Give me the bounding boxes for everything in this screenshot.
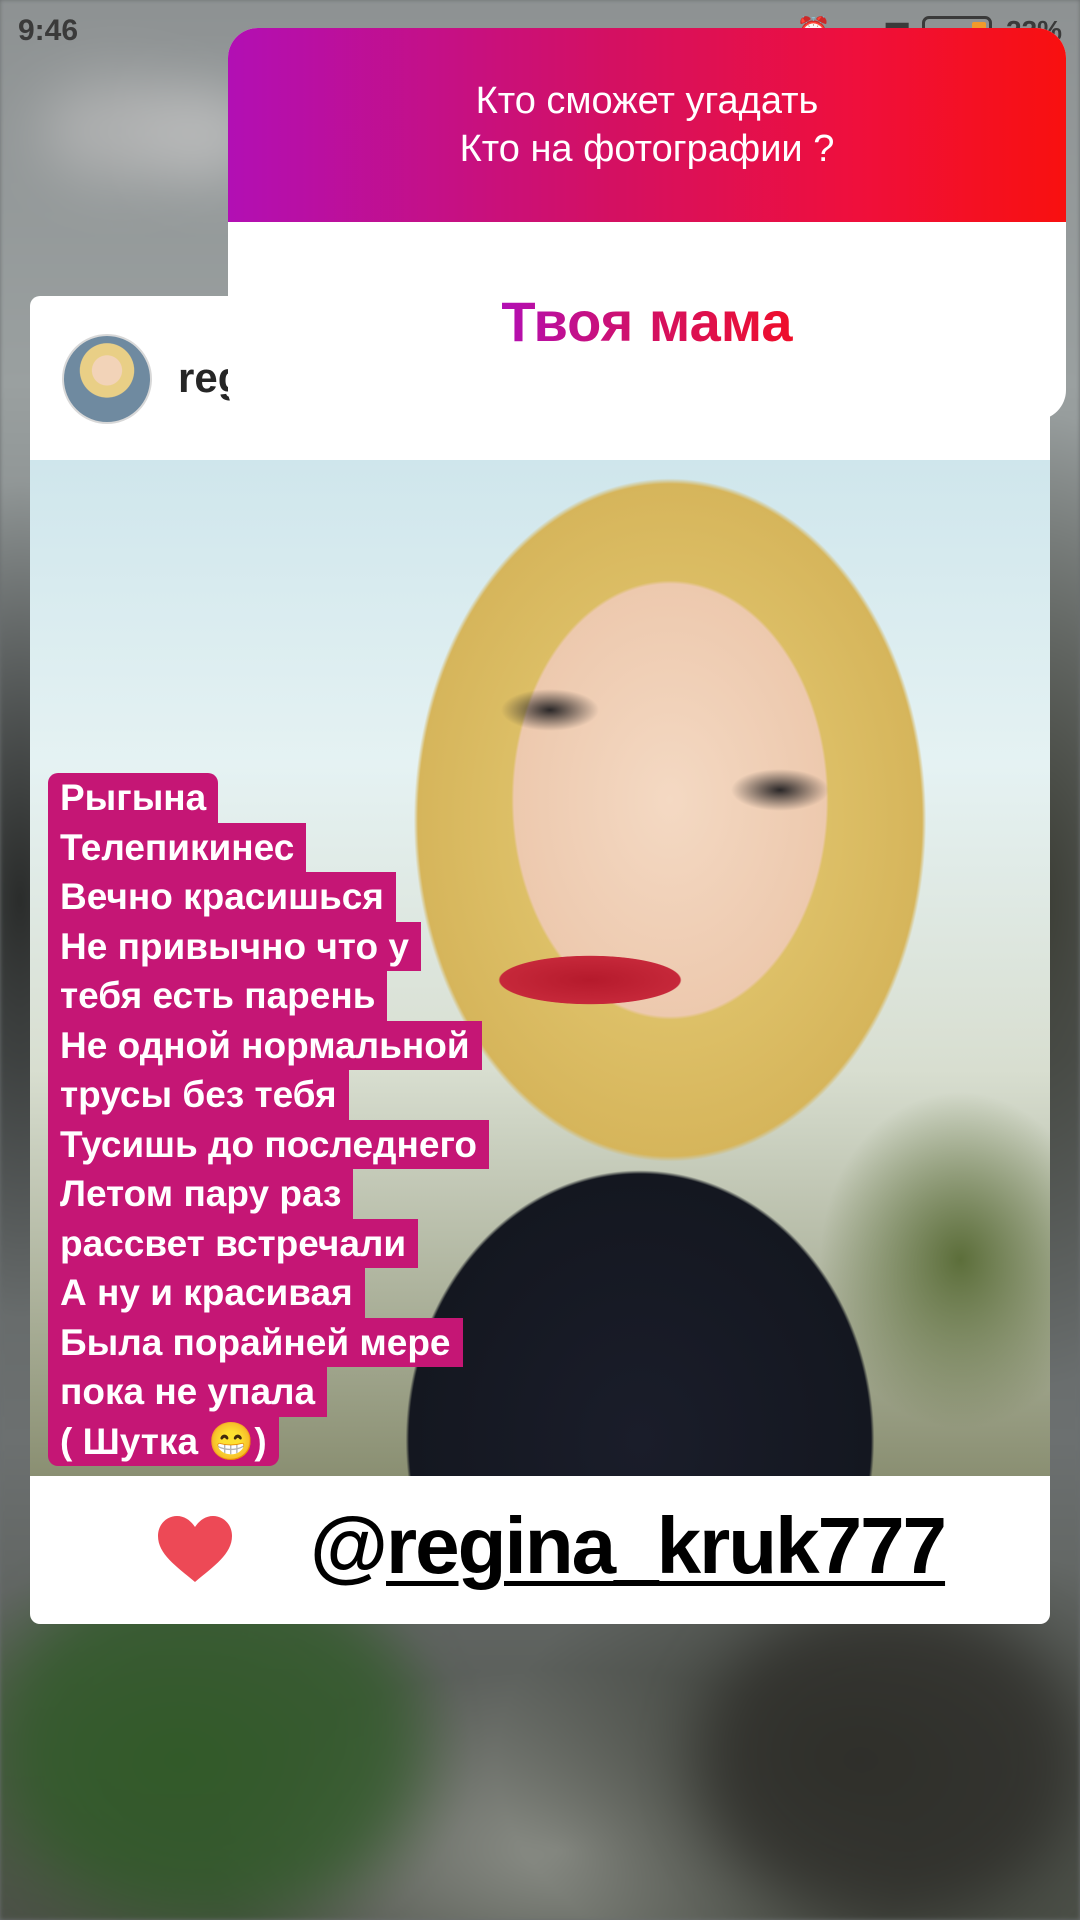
caption-line: тебя есть парень [48,971,388,1021]
question-sticker[interactable]: Кто сможет угадать Кто на фотографии ? Т… [228,28,1066,420]
mention-link[interactable]: @regina_kruk777 [310,1500,947,1592]
caption-text-sticker: Рыгына Телепикинес Вечно красишься Не пр… [48,773,489,1466]
post-footer: @regina_kruk777 [30,1476,1050,1624]
caption-line: ( Шутка 😁) [48,1416,279,1466]
post-photo: Рыгына Телепикинес Вечно красишься Не пр… [30,460,1050,1476]
question-header: Кто сможет угадать Кто на фотографии ? [228,28,1066,222]
caption-line: рассвет встречали [48,1218,419,1268]
mention-username[interactable]: regina_kruk777 [386,1501,947,1590]
question-line-2: Кто на фотографии ? [459,128,835,170]
caption-line: А ну и красивая [48,1268,365,1318]
answer-text: Твоя мама [501,289,793,353]
caption-line: Не одной нормальной [48,1020,482,1070]
status-time: 9:46 [18,14,79,47]
caption-line: Рыгына [48,773,219,823]
heart-icon[interactable] [156,1514,234,1584]
mention-at-sign: @ [310,1501,388,1590]
avatar[interactable] [62,334,152,424]
caption-line: Не привычно что у [48,921,421,971]
caption-line: Вечно красишься [48,872,396,922]
shared-post-card[interactable]: reg Рыгына Телепикинес Вечно красишься Н… [30,296,1050,1624]
caption-line: трусы без тебя [48,1070,349,1120]
question-answer-area: Твоя мама [228,222,1066,420]
caption-line: пока не упала [48,1367,328,1417]
bg-blur-shape [700,1600,1080,1920]
caption-line: Телепикинес [48,822,307,872]
caption-line: Тусишь до последнего [48,1119,489,1169]
caption-line: Была порайней мере [48,1317,463,1367]
caption-line: Летом пару раз [48,1169,354,1219]
question-line-1: Кто сможет угадать [475,80,819,122]
